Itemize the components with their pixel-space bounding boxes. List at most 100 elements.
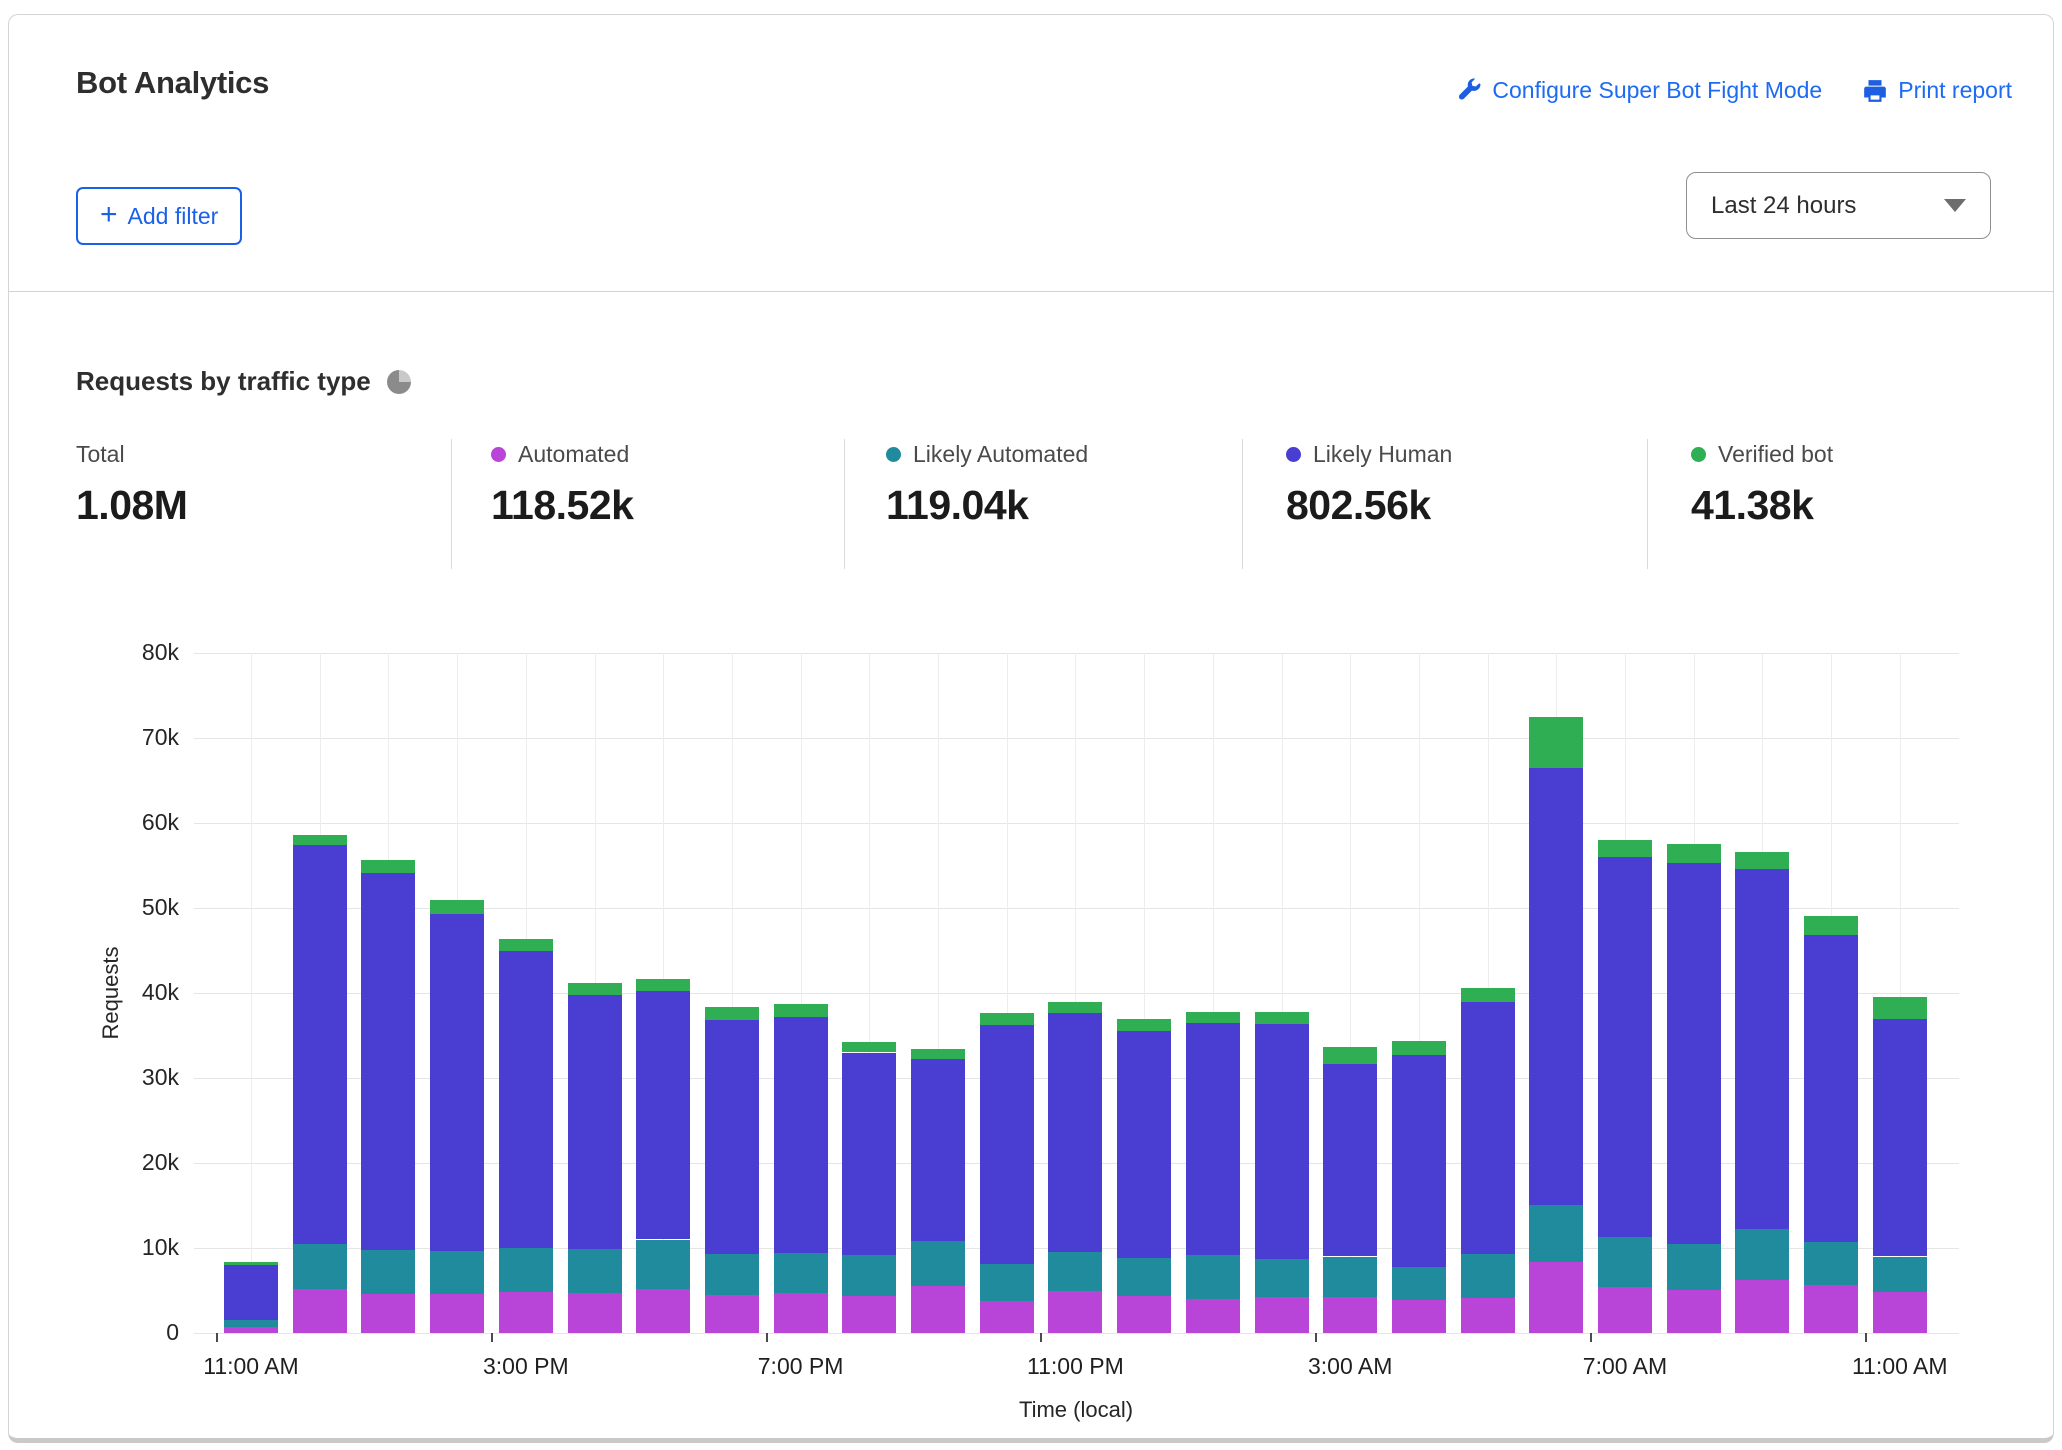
bar-segment-automated[interactable]	[1461, 1298, 1515, 1333]
bar-segment-likely-automated[interactable]	[1255, 1259, 1309, 1297]
bar-segment-automated[interactable]	[224, 1327, 278, 1333]
bar-segment-likely-human[interactable]	[430, 914, 484, 1251]
bar-segment-automated[interactable]	[980, 1301, 1034, 1333]
bar-segment-likely-automated[interactable]	[980, 1264, 1034, 1301]
bar-segment-likely-automated[interactable]	[224, 1320, 278, 1327]
bar-segment-likely-human[interactable]	[1323, 1064, 1377, 1256]
bar-segment-likely-human[interactable]	[842, 1053, 896, 1255]
bar-segment-verified-bot[interactable]	[1529, 717, 1583, 768]
bar-segment-verified-bot[interactable]	[224, 1262, 278, 1265]
bar-segment-likely-automated[interactable]	[1735, 1229, 1789, 1280]
bar-segment-likely-automated[interactable]	[361, 1250, 415, 1294]
bar-segment-automated[interactable]	[1667, 1290, 1721, 1333]
bar-segment-likely-automated[interactable]	[1667, 1244, 1721, 1290]
bar-segment-verified-bot[interactable]	[636, 979, 690, 992]
bar-segment-likely-human[interactable]	[1529, 768, 1583, 1205]
bar-segment-verified-bot[interactable]	[361, 860, 415, 874]
add-filter-button[interactable]: + Add filter	[76, 187, 242, 245]
bar-segment-verified-bot[interactable]	[1461, 988, 1515, 1002]
bar-segment-likely-automated[interactable]	[568, 1249, 622, 1293]
bar-segment-likely-automated[interactable]	[842, 1255, 896, 1296]
bar-segment-automated[interactable]	[1804, 1285, 1858, 1333]
bar-segment-likely-human[interactable]	[1598, 857, 1652, 1237]
bar-segment-likely-human[interactable]	[224, 1265, 278, 1320]
bar-segment-likely-automated[interactable]	[1048, 1252, 1102, 1290]
bar-segment-likely-automated[interactable]	[499, 1248, 553, 1292]
bar-segment-likely-automated[interactable]	[1186, 1255, 1240, 1299]
configure-super-bot-fight-mode-link[interactable]: Configure Super Bot Fight Mode	[1456, 77, 1822, 104]
bar-segment-likely-human[interactable]	[774, 1017, 828, 1253]
bar-segment-likely-human[interactable]	[499, 951, 553, 1248]
time-range-select[interactable]: Last 24 hours	[1686, 172, 1991, 239]
bar-segment-automated[interactable]	[1255, 1297, 1309, 1333]
bar-segment-likely-human[interactable]	[1186, 1023, 1240, 1255]
bar-segment-automated[interactable]	[430, 1294, 484, 1333]
bar-segment-likely-automated[interactable]	[1804, 1242, 1858, 1285]
bar-segment-likely-human[interactable]	[1873, 1019, 1927, 1256]
bar-segment-likely-human[interactable]	[911, 1059, 965, 1241]
bar-segment-likely-human[interactable]	[1255, 1024, 1309, 1259]
bar-segment-automated[interactable]	[842, 1296, 896, 1333]
bar-segment-automated[interactable]	[1048, 1291, 1102, 1334]
bar-segment-verified-bot[interactable]	[1667, 844, 1721, 863]
bar-segment-likely-automated[interactable]	[293, 1244, 347, 1289]
bar-segment-likely-human[interactable]	[1461, 1002, 1515, 1254]
bar-segment-likely-human[interactable]	[705, 1020, 759, 1254]
bar-segment-likely-human[interactable]	[1048, 1013, 1102, 1252]
bar-segment-verified-bot[interactable]	[1735, 852, 1789, 869]
bar-segment-likely-automated[interactable]	[911, 1241, 965, 1286]
bar-segment-automated[interactable]	[568, 1293, 622, 1333]
bar-segment-verified-bot[interactable]	[1804, 916, 1858, 936]
bar-segment-automated[interactable]	[1323, 1297, 1377, 1333]
bar-segment-likely-automated[interactable]	[1598, 1237, 1652, 1287]
bar-segment-automated[interactable]	[636, 1289, 690, 1333]
bar-segment-likely-human[interactable]	[568, 995, 622, 1249]
bar-segment-automated[interactable]	[911, 1286, 965, 1333]
bar-segment-likely-human[interactable]	[980, 1025, 1034, 1264]
bar-segment-automated[interactable]	[1392, 1300, 1446, 1333]
bar-segment-likely-human[interactable]	[361, 873, 415, 1250]
bar-segment-likely-human[interactable]	[1804, 935, 1858, 1242]
bar-segment-likely-automated[interactable]	[430, 1251, 484, 1294]
bar-segment-likely-automated[interactable]	[1873, 1257, 1927, 1293]
bar-segment-likely-human[interactable]	[1392, 1055, 1446, 1267]
bar-segment-verified-bot[interactable]	[1048, 1002, 1102, 1014]
bar-segment-likely-automated[interactable]	[636, 1240, 690, 1289]
bar-segment-likely-human[interactable]	[636, 991, 690, 1239]
bar-segment-verified-bot[interactable]	[293, 835, 347, 845]
bar-segment-likely-human[interactable]	[1117, 1031, 1171, 1258]
bar-segment-verified-bot[interactable]	[568, 983, 622, 995]
bar-segment-verified-bot[interactable]	[1598, 840, 1652, 857]
bar-segment-automated[interactable]	[293, 1289, 347, 1333]
bar-segment-automated[interactable]	[705, 1295, 759, 1333]
bar-segment-likely-automated[interactable]	[705, 1254, 759, 1295]
bar-segment-likely-automated[interactable]	[1392, 1267, 1446, 1300]
bar-segment-verified-bot[interactable]	[1392, 1041, 1446, 1055]
bar-segment-verified-bot[interactable]	[1323, 1047, 1377, 1064]
print-report-link[interactable]: Print report	[1862, 77, 2012, 104]
bar-segment-likely-automated[interactable]	[1323, 1257, 1377, 1298]
bar-segment-likely-human[interactable]	[1735, 869, 1789, 1229]
bar-segment-automated[interactable]	[499, 1292, 553, 1333]
bar-segment-verified-bot[interactable]	[430, 900, 484, 914]
bar-segment-automated[interactable]	[1873, 1292, 1927, 1333]
bar-segment-automated[interactable]	[1117, 1296, 1171, 1333]
bar-segment-verified-bot[interactable]	[1255, 1012, 1309, 1024]
bar-segment-likely-automated[interactable]	[774, 1253, 828, 1293]
bar-segment-automated[interactable]	[1529, 1262, 1583, 1333]
bar-segment-verified-bot[interactable]	[980, 1013, 1034, 1025]
bar-segment-verified-bot[interactable]	[705, 1007, 759, 1021]
bar-segment-verified-bot[interactable]	[911, 1049, 965, 1059]
bar-segment-likely-automated[interactable]	[1529, 1205, 1583, 1262]
bar-segment-likely-automated[interactable]	[1461, 1254, 1515, 1298]
bar-segment-verified-bot[interactable]	[1186, 1012, 1240, 1023]
bar-segment-automated[interactable]	[361, 1294, 415, 1333]
bar-segment-verified-bot[interactable]	[842, 1042, 896, 1052]
bar-segment-automated[interactable]	[1186, 1299, 1240, 1333]
bar-segment-verified-bot[interactable]	[499, 939, 553, 951]
bar-segment-likely-automated[interactable]	[1117, 1258, 1171, 1295]
bar-segment-likely-human[interactable]	[293, 845, 347, 1244]
bar-segment-verified-bot[interactable]	[1873, 997, 1927, 1019]
bar-segment-verified-bot[interactable]	[1117, 1019, 1171, 1031]
bar-segment-verified-bot[interactable]	[774, 1004, 828, 1017]
